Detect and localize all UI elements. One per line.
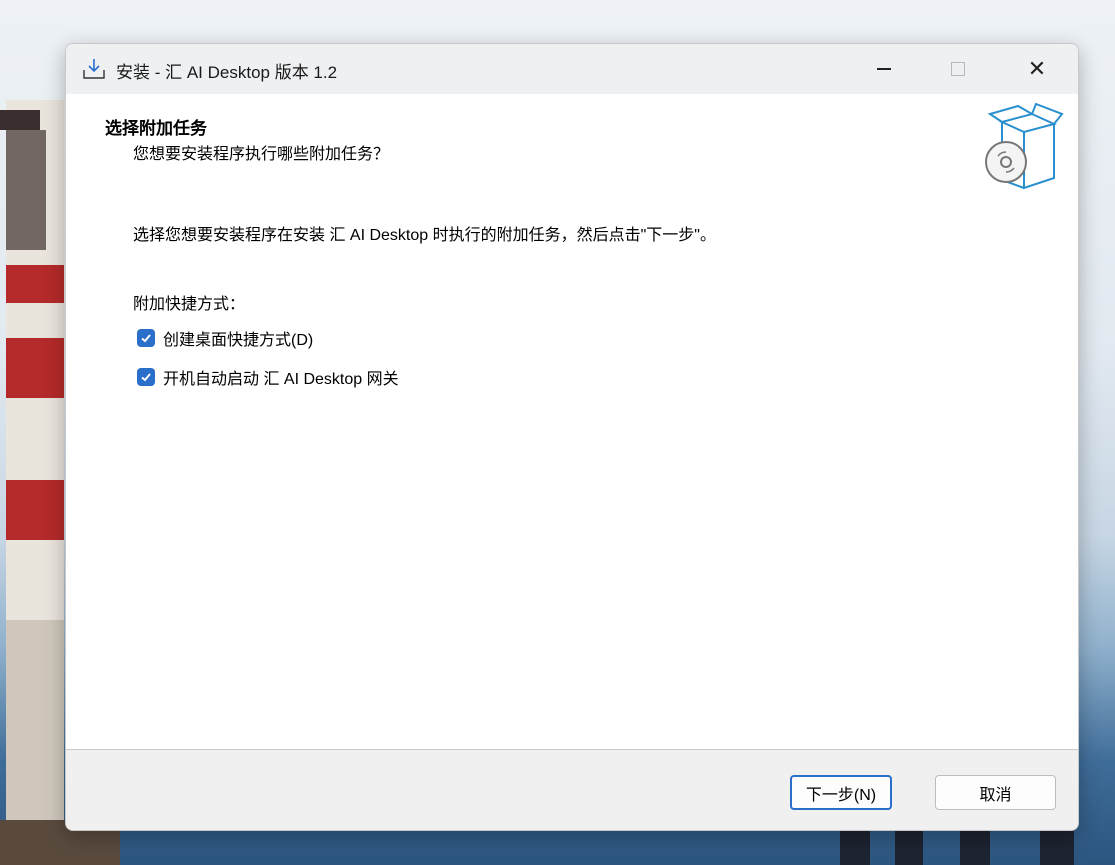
- maximize-icon: [951, 62, 965, 76]
- close-icon: ✕: [1027, 56, 1047, 82]
- shortcut-group-label: 附加快捷方式：: [133, 296, 246, 313]
- task-description: 选择您想要安装程序在安装 汇 AI Desktop 时执行的附加任务，然后点击"…: [133, 227, 716, 244]
- window-title: 安装 - 汇 AI Desktop 版本 1.2: [116, 63, 338, 82]
- desktop-shortcut-checkbox[interactable]: [137, 329, 155, 347]
- pier-post: [895, 828, 923, 865]
- desktop-shortcut-label: 创建桌面快捷方式(D): [163, 332, 314, 349]
- checkmark-icon: [141, 334, 151, 343]
- cancel-button[interactable]: 取消: [935, 775, 1056, 810]
- wizard-footer: 下一步(N) 取消: [66, 750, 1078, 830]
- lighthouse-wallpaper: [0, 100, 64, 865]
- autostart-gateway-label: 开机自动启动 汇 AI Desktop 网关: [163, 371, 399, 388]
- close-button[interactable]: ✕: [1014, 44, 1060, 94]
- page-heading: 选择附加任务: [105, 119, 207, 138]
- wizard-content: 选择附加任务 您想要安装程序执行哪些附加任务？ 选择您想要安装程序在安装 汇 A…: [66, 94, 1078, 749]
- install-download-icon: [83, 59, 105, 79]
- minimize-icon: [877, 68, 891, 70]
- minimize-button[interactable]: [861, 44, 907, 94]
- task-desktop-shortcut[interactable]: 创建桌面快捷方式(D): [137, 326, 313, 350]
- pier-post: [840, 828, 870, 865]
- maximize-button[interactable]: [935, 44, 981, 94]
- autostart-gateway-checkbox[interactable]: [137, 368, 155, 386]
- checkmark-icon: [141, 373, 151, 382]
- next-button[interactable]: 下一步(N): [790, 775, 892, 810]
- title-bar[interactable]: 安装 - 汇 AI Desktop 版本 1.2 ✕: [66, 44, 1078, 94]
- pier-post: [1040, 828, 1074, 865]
- pier-post: [960, 828, 990, 865]
- installer-window: 安装 - 汇 AI Desktop 版本 1.2 ✕ 选择附加任务 您想要安装程…: [65, 43, 1079, 831]
- page-subheading: 您想要安装程序执行哪些附加任务？: [133, 146, 390, 163]
- software-box-disc-icon: [985, 102, 1064, 190]
- task-autostart-gateway[interactable]: 开机自动启动 汇 AI Desktop 网关: [137, 365, 399, 389]
